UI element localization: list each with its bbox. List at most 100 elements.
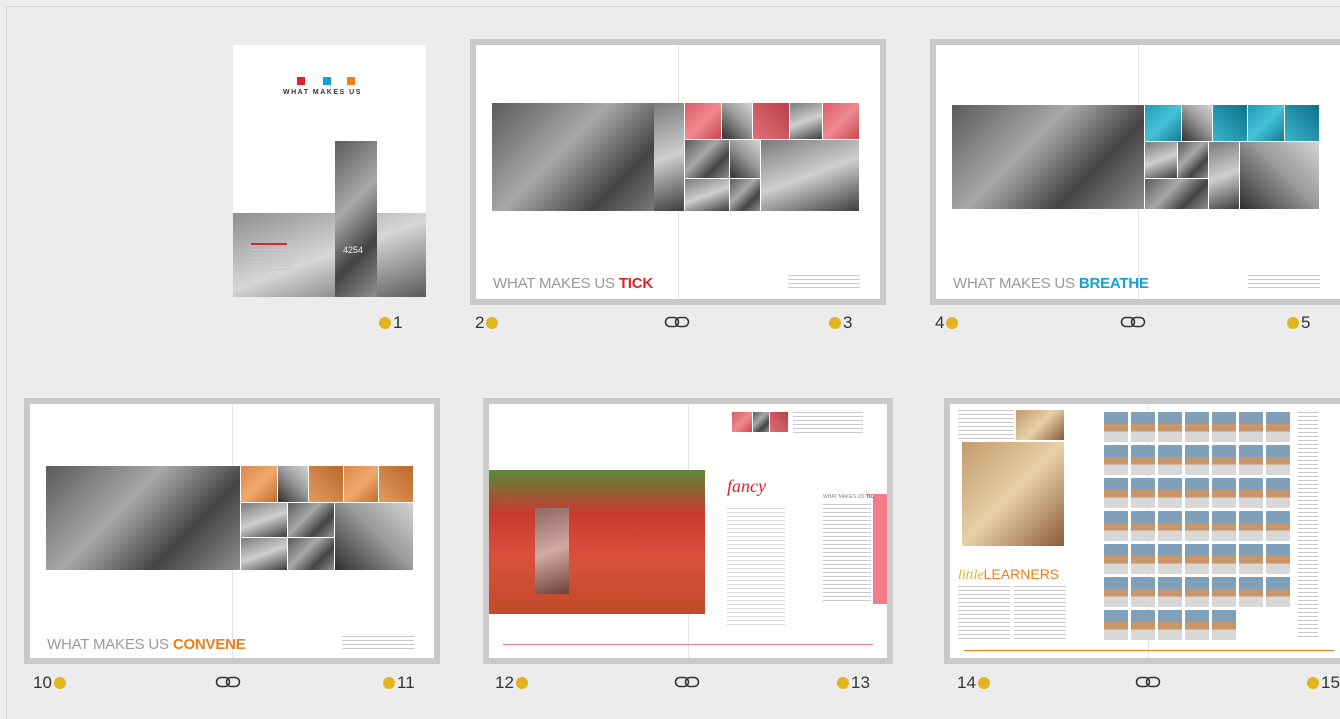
cover-page[interactable]: WHAT MAKES US 4254 xyxy=(233,45,426,297)
yellow-dot-icon xyxy=(837,677,849,689)
photo-goal-net xyxy=(654,103,684,211)
portrait-thumbnail xyxy=(1158,577,1182,607)
chain-link-icon[interactable] xyxy=(1120,315,1146,329)
portrait-thumbnail xyxy=(1266,511,1290,541)
spread-2-3[interactable]: WHAT MAKES US TICK xyxy=(470,39,886,305)
portrait-thumbnail xyxy=(1158,544,1182,574)
collage-photo xyxy=(1145,105,1181,141)
collage-photo xyxy=(1213,105,1247,141)
collage-photo xyxy=(241,503,287,537)
collage-photo xyxy=(1145,142,1177,178)
spread-14-15[interactable]: littleLEARNERS xyxy=(944,398,1340,664)
fancy-heading: fancy xyxy=(727,476,766,496)
yellow-dot-icon xyxy=(515,677,528,689)
photo-soccer-player xyxy=(535,508,569,594)
collage-photo xyxy=(241,466,277,502)
portrait-thumbnail xyxy=(1239,412,1263,442)
portrait-thumbnail xyxy=(1185,511,1209,541)
collage-photo xyxy=(1248,105,1284,141)
spread-title: WHAT MAKES US CONVENE xyxy=(47,636,246,653)
small-photo xyxy=(1016,410,1064,440)
pink-sidebar xyxy=(873,494,887,604)
portrait-thumbnail xyxy=(1239,577,1263,607)
page-number-11: 11 xyxy=(383,673,415,693)
yellow-dot-icon xyxy=(1287,317,1299,329)
spread-10-11[interactable]: WHAT MAKES US CONVENE xyxy=(24,398,440,664)
portrait-thumbnail xyxy=(1104,445,1128,475)
portrait-thumbnail xyxy=(1158,412,1182,442)
portrait-thumbnail xyxy=(1266,478,1290,508)
small-photo xyxy=(732,412,752,432)
spread-caption xyxy=(788,275,860,289)
collage-photo xyxy=(1145,179,1208,209)
collage-photo xyxy=(685,140,729,178)
portrait-thumbnail xyxy=(1104,544,1128,574)
spreads-panel: WHAT MAKES US 4254 1 WHAT MAKES US TICK … xyxy=(6,6,1340,719)
footer-rule xyxy=(503,644,873,645)
collage-photo xyxy=(288,503,334,537)
collage-photo xyxy=(1285,105,1319,141)
page-number-10: 10 xyxy=(33,673,66,693)
chain-link-icon[interactable] xyxy=(1135,675,1161,689)
spread-4-5[interactable]: WHAT MAKES US BREATHE xyxy=(930,39,1340,305)
body-text-column xyxy=(1014,586,1066,642)
collage-photo xyxy=(722,103,752,139)
portrait-thumbnail xyxy=(1185,544,1209,574)
top-text-block xyxy=(958,410,1014,440)
page-number-12: 12 xyxy=(495,673,528,693)
portrait-thumbnail xyxy=(1131,445,1155,475)
portrait-thumbnail xyxy=(1266,412,1290,442)
collage-photo xyxy=(823,103,859,139)
collage-photo xyxy=(1178,142,1208,178)
page-number-14: 14 xyxy=(957,673,990,693)
small-heading: WHAT MAKES US TICK xyxy=(823,494,878,500)
portrait-thumbnail xyxy=(1212,478,1236,508)
portrait-thumbnail xyxy=(1266,445,1290,475)
hero-photo-ceremony xyxy=(46,466,240,570)
cover-sign-tower-photo xyxy=(335,141,377,297)
yellow-dot-icon xyxy=(486,317,499,329)
hero-photo-violin xyxy=(952,105,1144,209)
yellow-dot-icon xyxy=(977,677,990,689)
portrait-thumbnail xyxy=(1212,412,1236,442)
page-number-13: 13 xyxy=(837,673,870,693)
name-list xyxy=(1298,412,1318,640)
collage-photo xyxy=(1209,142,1239,209)
portrait-thumbnail xyxy=(1158,445,1182,475)
spread-caption xyxy=(1248,275,1320,289)
collage-photo xyxy=(685,179,729,211)
chain-link-icon[interactable] xyxy=(674,675,700,689)
chain-link-icon[interactable] xyxy=(664,315,690,329)
collage-photo xyxy=(753,103,789,139)
cover-page-number: 1 xyxy=(379,313,402,333)
portrait-thumbnail xyxy=(1185,412,1209,442)
page-number-15: 15 xyxy=(1307,673,1340,693)
collage-photo xyxy=(730,140,760,178)
portrait-thumbnail xyxy=(1266,544,1290,574)
portrait-thumbnail xyxy=(1185,445,1209,475)
intro-text xyxy=(793,412,863,436)
yellow-dot-icon xyxy=(379,317,391,329)
small-photo xyxy=(770,412,788,432)
spread-12-13[interactable]: fancy WHAT MAKES US TICK xyxy=(483,398,893,664)
page-number-4: 4 xyxy=(935,313,959,333)
collage-photo xyxy=(685,103,721,139)
collage-photo xyxy=(1240,142,1319,209)
portrait-thumbnail xyxy=(1212,445,1236,475)
hero-photo-soccer xyxy=(489,470,705,614)
portrait-grid xyxy=(1104,412,1294,640)
footer-rule xyxy=(964,650,1334,651)
collage-photo xyxy=(761,140,859,211)
collage-photo xyxy=(344,466,378,502)
cover-red-rule xyxy=(251,243,287,245)
spread-caption xyxy=(342,636,414,650)
chain-link-icon[interactable] xyxy=(215,675,241,689)
portrait-thumbnail xyxy=(1266,577,1290,607)
portrait-thumbnail xyxy=(1212,544,1236,574)
page-number-5: 5 xyxy=(1287,313,1310,333)
portrait-thumbnail xyxy=(1239,445,1263,475)
cover-square-red xyxy=(297,77,305,85)
portrait-thumbnail xyxy=(1158,511,1182,541)
portrait-thumbnail xyxy=(1131,478,1155,508)
yellow-dot-icon xyxy=(946,317,959,329)
